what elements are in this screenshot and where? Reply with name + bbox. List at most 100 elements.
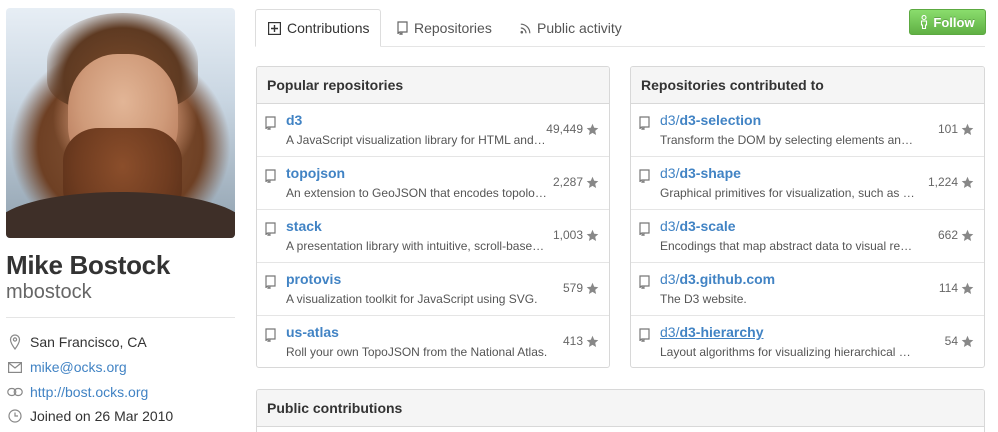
profile-website: http://bost.ocks.org xyxy=(6,382,148,402)
avatar xyxy=(6,8,235,238)
tab-contributions-label: Contributions xyxy=(287,20,370,36)
repo-title: d3-scale xyxy=(679,218,736,234)
popular-repo-item[interactable]: topojson An extension to GeoJSON that en… xyxy=(257,157,609,210)
star-count: 54 xyxy=(944,334,958,348)
repo-name[interactable]: d3/d3-shape xyxy=(660,165,741,181)
repo-owner: d3/ xyxy=(660,324,680,340)
repo-icon xyxy=(639,116,650,135)
mail-icon xyxy=(6,359,24,375)
repo-description: The D3 website. xyxy=(660,292,747,306)
contributed-repo-item[interactable]: d3/d3.github.com The D3 website. 114 xyxy=(631,263,984,316)
repo-title: d3-selection xyxy=(679,112,762,128)
repo-icon xyxy=(639,169,650,188)
repo-stars: 101 xyxy=(938,122,974,136)
star-icon xyxy=(961,123,974,136)
repo-name[interactable]: d3/d3-scale xyxy=(660,218,736,234)
repo-icon xyxy=(397,21,408,35)
repo-name[interactable]: d3 xyxy=(286,112,302,128)
repo-description: Encodings that map abstract data to visu… xyxy=(660,239,916,253)
repo-icon xyxy=(265,328,276,347)
star-count: 1,224 xyxy=(927,175,958,189)
star-count: 101 xyxy=(937,122,958,136)
avatar-shoulder xyxy=(6,192,235,238)
star-icon xyxy=(586,282,599,295)
repo-name[interactable]: topojson xyxy=(286,165,345,181)
star-count: 662 xyxy=(937,228,958,242)
repo-stars: 1,003 xyxy=(553,228,599,242)
star-icon xyxy=(586,123,599,136)
star-count: 114 xyxy=(938,281,958,295)
repo-owner: d3/ xyxy=(660,271,680,287)
popular-repo-item[interactable]: d3 A JavaScript visualization library fo… xyxy=(257,104,609,157)
person-icon xyxy=(920,15,928,29)
profile-username: mbostock xyxy=(6,281,92,303)
repo-stars: 1,224 xyxy=(928,175,974,189)
repo-icon xyxy=(639,222,650,241)
repo-name[interactable]: us-atlas xyxy=(286,324,339,340)
profile-divider xyxy=(6,317,235,318)
link-icon xyxy=(6,384,24,400)
repo-icon xyxy=(265,169,276,188)
repo-stars: 114 xyxy=(939,281,974,295)
repo-name[interactable]: d3/d3-hierarchy xyxy=(660,324,764,340)
star-icon xyxy=(586,229,599,242)
profile-joined: Joined on 26 Mar 2010 xyxy=(6,406,173,426)
contributed-repositories-box: Repositories contributed to d3/d3-select… xyxy=(630,66,985,368)
repo-title: d3.github.com xyxy=(679,271,776,287)
tab-repositories[interactable]: Repositories xyxy=(397,9,492,47)
contributed-repo-item[interactable]: d3/d3-selection Transform the DOM by sel… xyxy=(631,104,984,157)
repo-stars: 2,287 xyxy=(553,175,599,189)
popular-repositories-title: Popular repositories xyxy=(257,67,609,104)
tab-contributions[interactable]: Contributions xyxy=(255,9,381,47)
location-text: San Francisco, CA xyxy=(30,334,147,350)
repo-description: Roll your own TopoJSON from the National… xyxy=(286,345,548,359)
repo-owner: d3/ xyxy=(660,165,680,181)
public-contributions-title: Public contributions xyxy=(257,390,984,427)
repo-description: Graphical primitives for visualization, … xyxy=(660,186,916,200)
repo-title: d3-shape xyxy=(679,165,741,181)
plus-box-icon xyxy=(268,21,281,35)
repo-name[interactable]: protovis xyxy=(286,271,341,287)
website-link[interactable]: http://bost.ocks.org xyxy=(30,384,148,400)
repo-description: Layout algorithms for visualizing hierar… xyxy=(660,345,916,359)
contributed-repo-item[interactable]: d3/d3-hierarchy Layout algorithms for vi… xyxy=(631,316,984,367)
popular-repo-item[interactable]: stack A presentation library with intuit… xyxy=(257,210,609,263)
profile-location: San Francisco, CA xyxy=(6,332,147,352)
clock-icon xyxy=(6,408,24,424)
popular-repo-item[interactable]: protovis A visualization toolkit for Jav… xyxy=(257,263,609,316)
repo-name[interactable]: d3/d3.github.com xyxy=(660,271,775,287)
contributed-repo-item[interactable]: d3/d3-shape Graphical primitives for vis… xyxy=(631,157,984,210)
contributed-repo-item[interactable]: d3/d3-scale Encodings that map abstract … xyxy=(631,210,984,263)
repo-stars: 662 xyxy=(938,228,974,242)
repo-stars: 413 xyxy=(563,334,599,348)
star-icon xyxy=(961,282,974,295)
repo-icon xyxy=(265,275,276,294)
email-link[interactable]: mike@ocks.org xyxy=(30,359,127,375)
follow-label: Follow xyxy=(933,14,975,30)
star-icon xyxy=(586,176,599,189)
tab-public-activity[interactable]: Public activity xyxy=(520,9,622,47)
repo-icon xyxy=(639,275,650,294)
tab-public-activity-label: Public activity xyxy=(537,20,622,36)
star-count: 1,003 xyxy=(552,228,583,242)
repo-description: Transform the DOM by selecting elements … xyxy=(660,133,916,147)
popular-repositories-box: Popular repositories d3 A JavaScript vis… xyxy=(256,66,610,368)
repo-owner: d3/ xyxy=(660,112,680,128)
repo-description: A JavaScript visualization library for H… xyxy=(286,133,548,147)
rss-icon xyxy=(520,23,531,34)
repo-icon xyxy=(639,328,650,347)
repo-icon xyxy=(265,116,276,135)
contributed-repositories-list: d3/d3-selection Transform the DOM by sel… xyxy=(631,104,984,367)
star-count: 2,287 xyxy=(552,175,583,189)
star-icon xyxy=(961,176,974,189)
popular-repo-item[interactable]: us-atlas Roll your own TopoJSON from the… xyxy=(257,316,609,367)
tab-repositories-label: Repositories xyxy=(414,20,492,36)
star-icon xyxy=(961,229,974,242)
repo-stars: 49,449 xyxy=(546,122,599,136)
popular-repositories-list: d3 A JavaScript visualization library fo… xyxy=(257,104,609,367)
profile-fullname: Mike Bostock xyxy=(6,250,171,280)
repo-name[interactable]: stack xyxy=(286,218,322,234)
repo-name[interactable]: d3/d3-selection xyxy=(660,112,761,128)
follow-button[interactable]: Follow xyxy=(909,9,986,35)
star-icon xyxy=(586,335,599,348)
